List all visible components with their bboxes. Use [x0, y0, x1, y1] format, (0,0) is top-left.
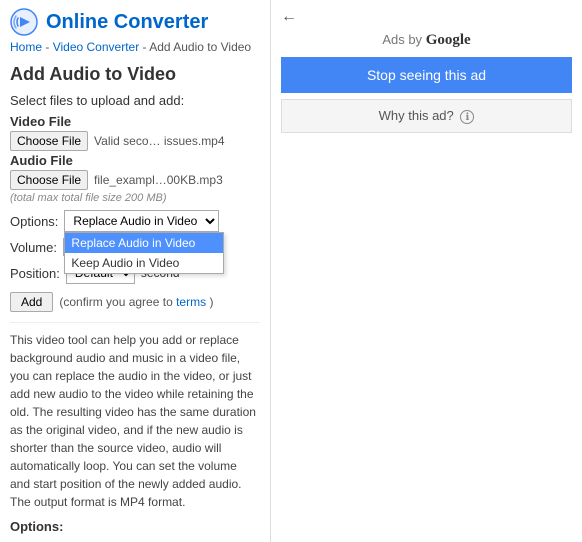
- page-title: Add Audio to Video: [10, 64, 260, 85]
- audio-file-choose-btn[interactable]: Choose File: [10, 170, 88, 190]
- options-dropdown-container[interactable]: Replace Audio in Video Keep Audio in Vid…: [64, 210, 219, 232]
- options-dropdown-menu: Replace Audio in Video Keep Audio in Vid…: [64, 232, 224, 274]
- breadcrumb-video-converter[interactable]: Video Converter: [53, 40, 140, 54]
- breadcrumb: Home - Video Converter - Add Audio to Vi…: [10, 40, 260, 54]
- video-file-info: Valid seco… issues.mp4: [94, 134, 225, 148]
- logo-icon: [10, 8, 38, 36]
- add-confirm-text: (confirm you agree to terms ): [59, 295, 213, 309]
- volume-label: Volume:: [10, 240, 57, 255]
- audio-file-info: file_exampl…00KB.mp3: [94, 173, 223, 187]
- google-label: Google: [426, 32, 471, 48]
- options-heading: Options:: [10, 519, 260, 534]
- info-icon: ℹ: [460, 110, 474, 124]
- breadcrumb-current: Add Audio to Video: [149, 40, 251, 54]
- stop-ad-button[interactable]: Stop seeing this ad: [281, 57, 572, 93]
- max-size-note: (total max total file size 200 MB): [10, 192, 260, 204]
- position-label: Position:: [10, 266, 60, 281]
- why-ad-button[interactable]: Why this ad? ℹ: [281, 99, 572, 133]
- back-arrow[interactable]: ←: [281, 8, 297, 26]
- breadcrumb-home[interactable]: Home: [10, 40, 42, 54]
- audio-file-label: Audio File: [10, 153, 260, 168]
- site-title[interactable]: Online Converter: [46, 11, 208, 34]
- description-text: This video tool can help you add or repl…: [10, 322, 260, 511]
- options-select[interactable]: Replace Audio in Video Keep Audio in Vid…: [64, 210, 219, 232]
- options-label: Options:: [10, 214, 58, 229]
- dropdown-item-keep[interactable]: Keep Audio in Video: [65, 253, 223, 273]
- video-file-label: Video File: [10, 114, 260, 129]
- video-file-choose-btn[interactable]: Choose File: [10, 131, 88, 151]
- page-subtitle: Select files to upload and add:: [10, 93, 260, 108]
- dropdown-item-replace[interactable]: Replace Audio in Video: [65, 233, 223, 253]
- terms-link[interactable]: terms: [176, 295, 206, 309]
- ads-by: Ads by Google: [281, 32, 572, 49]
- breadcrumb-sep1: -: [45, 40, 52, 54]
- add-button[interactable]: Add: [10, 292, 53, 312]
